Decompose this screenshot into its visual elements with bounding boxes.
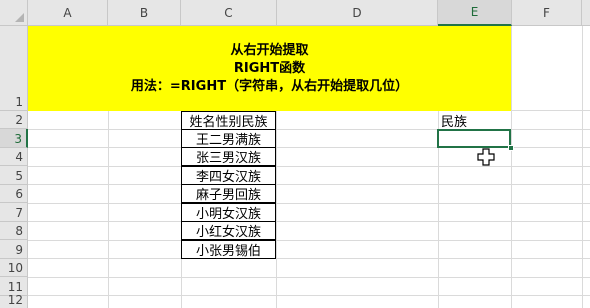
row-header-1[interactable]: 1 [0, 26, 28, 111]
excel-cross-cursor-icon [477, 148, 495, 166]
row-header-10[interactable]: 10 [0, 259, 28, 277]
title-line-1: 从右开始提取 [230, 42, 309, 58]
row-header-4[interactable]: 4 [0, 148, 28, 166]
row-header-6[interactable]: 6 [0, 185, 28, 203]
row-header-9[interactable]: 9 [0, 240, 28, 259]
table-header-cell[interactable]: 姓名性别民族 [181, 111, 276, 130]
row-header-3[interactable]: 3 [0, 129, 28, 148]
title-line-3: 用法：=RIGHT（字符串，从右开始提取几位） [130, 78, 409, 94]
row-header-5[interactable]: 5 [0, 166, 28, 185]
column-header-d[interactable]: D [277, 0, 438, 26]
active-cell-selection[interactable] [437, 129, 511, 148]
gridline [582, 26, 583, 308]
table-cell[interactable]: 王二男满族 [181, 129, 276, 148]
column-header-f[interactable]: F [512, 0, 582, 26]
gridline [28, 184, 590, 185]
table-cell[interactable]: 小红女汉族 [181, 221, 276, 240]
gridline [28, 277, 590, 278]
table-cell[interactable]: 李四女汉族 [181, 166, 276, 185]
row-header-8[interactable]: 8 [0, 222, 28, 240]
column-header-c[interactable]: C [181, 0, 277, 26]
column-header-e[interactable]: E [438, 0, 512, 26]
title-line-2: RIGHT函数 [233, 60, 306, 76]
gridline [28, 221, 590, 222]
column-header-a[interactable]: A [28, 0, 108, 26]
gridline [28, 258, 590, 259]
row-header-2[interactable]: 2 [0, 111, 28, 129]
gridline [511, 26, 512, 308]
column-header-g-partial[interactable] [582, 0, 590, 26]
row-header-12[interactable]: 12 [0, 293, 28, 308]
gridline [28, 240, 590, 241]
column-header-b[interactable]: B [108, 0, 181, 26]
select-all-corner[interactable] [0, 0, 28, 26]
cell-e2[interactable]: 民族 [441, 111, 467, 130]
row-header-7[interactable]: 7 [0, 203, 28, 222]
title-merged-cell[interactable]: 从右开始提取 RIGHT函数 用法：=RIGHT（字符串，从右开始提取几位） [28, 26, 511, 111]
table-cell[interactable]: 小张男锡伯 [181, 240, 276, 259]
gridline [28, 295, 590, 296]
table-cell[interactable]: 张三男汉族 [181, 147, 276, 166]
gridline [28, 203, 590, 204]
table-cell[interactable]: 麻子男回族 [181, 184, 276, 203]
gridline [28, 166, 590, 167]
fill-handle[interactable] [508, 145, 514, 151]
table-cell[interactable]: 小明女汉族 [181, 203, 276, 222]
